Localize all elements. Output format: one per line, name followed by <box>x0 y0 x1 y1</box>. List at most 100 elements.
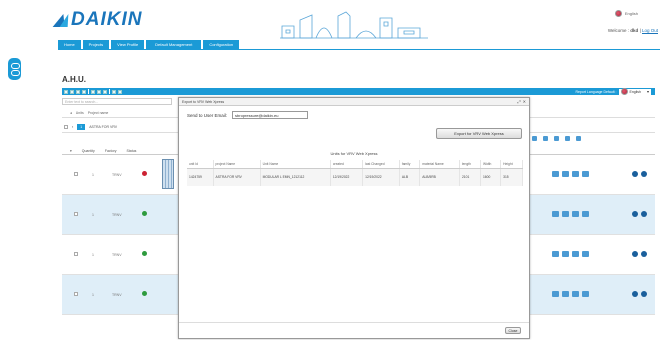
col-height[interactable]: Height <box>500 160 523 169</box>
new-icon[interactable] <box>64 89 68 94</box>
col-last-changed[interactable]: last Changed <box>362 160 400 169</box>
print-icon[interactable] <box>565 136 570 141</box>
edit-icon[interactable] <box>91 89 95 94</box>
link-icon[interactable] <box>572 211 579 217</box>
print-icon[interactable] <box>118 89 122 94</box>
report-language-select[interactable]: English <box>618 88 651 95</box>
export-icon[interactable] <box>103 89 107 94</box>
cell-length: 2101 <box>459 168 481 186</box>
doc-icon[interactable] <box>562 211 569 217</box>
ahu-thumbnail[interactable] <box>162 159 174 189</box>
delete-icon[interactable] <box>97 89 101 94</box>
table-row[interactable]: 1424759 ASTRA FOR VRV MODULAR L EMN_1212… <box>187 168 523 186</box>
nav-view-profile[interactable]: View Profile <box>111 40 145 49</box>
nav-projects[interactable]: Projects <box>82 40 110 49</box>
view-icon[interactable] <box>532 136 537 141</box>
expand-icon[interactable]: ⤢ <box>517 99 520 104</box>
edit-unit-icon[interactable] <box>552 291 559 297</box>
remove-icon[interactable] <box>641 291 647 297</box>
settings-icon[interactable] <box>112 89 116 94</box>
print-icon[interactable] <box>582 211 589 217</box>
row-checkbox[interactable] <box>74 252 78 256</box>
units-table-title: Units for VRV Web Xpress <box>330 151 378 156</box>
print-icon[interactable] <box>582 291 589 297</box>
close-button[interactable]: Close <box>505 327 521 334</box>
close-icon[interactable]: ✕ <box>523 99 526 104</box>
report-language-label: Report Language Default : <box>575 89 617 94</box>
edit-unit-icon[interactable] <box>552 251 559 257</box>
col-family[interactable]: family <box>399 160 421 169</box>
link-icon[interactable] <box>572 291 579 297</box>
dialog-controls: ⤢ ✕ <box>517 99 526 104</box>
row-checkbox[interactable] <box>74 292 78 296</box>
row-circle-actions <box>632 171 647 177</box>
row-checkbox[interactable] <box>74 212 78 216</box>
nav-home[interactable]: Home <box>58 40 81 49</box>
nav-configuration[interactable]: Configuration <box>203 40 240 49</box>
language-label: English <box>624 11 638 16</box>
welcome-prefix: Welcome : <box>607 28 631 33</box>
col-sort-icon[interactable]: ▾ <box>70 149 72 153</box>
page-title: A.H.U. <box>62 75 86 84</box>
col-unit-id[interactable]: unit Id <box>187 160 214 169</box>
toolbar-separator <box>109 89 110 94</box>
row-quantity: 1 <box>92 253 94 257</box>
collapse-icon[interactable]: ▪ <box>72 125 73 129</box>
info-icon[interactable] <box>632 171 638 177</box>
col-length[interactable]: length <box>459 160 481 169</box>
remove-icon[interactable] <box>641 251 647 257</box>
row-checkbox[interactable] <box>74 172 78 176</box>
send-email-label: Send to User Email: <box>187 112 228 118</box>
remove-icon[interactable] <box>641 171 647 177</box>
copy-icon[interactable] <box>543 136 548 141</box>
project-name-label: Project name <box>87 111 109 115</box>
logout-link[interactable]: Log Out <box>642 28 658 33</box>
col-material-name[interactable]: material Name <box>419 160 460 169</box>
edit-unit-icon[interactable] <box>552 171 559 177</box>
calc-icon[interactable] <box>554 136 559 141</box>
status-ok-icon <box>142 211 147 216</box>
info-icon[interactable] <box>632 291 638 297</box>
cell-material-name: ALB/5RB <box>419 168 460 186</box>
col-project-name[interactable]: project Name <box>213 160 261 169</box>
pdf-icon[interactable] <box>576 136 581 141</box>
remove-icon[interactable] <box>641 211 647 217</box>
doc-icon[interactable] <box>562 171 569 177</box>
status-ok-icon <box>142 251 147 256</box>
info-icon[interactable] <box>632 211 638 217</box>
main-toolbar: Report Language Default : English <box>62 88 655 95</box>
link-icon[interactable] <box>572 251 579 257</box>
row-circle-actions <box>632 251 647 257</box>
export-vrv-button[interactable]: Export for VRV Web Xpress <box>436 128 522 139</box>
info-icon[interactable] <box>632 251 638 257</box>
status-ok-icon <box>142 291 147 296</box>
export-dialog: Export to VRV Web Xpress ⤢ ✕ Send to Use… <box>178 97 530 339</box>
open-icon[interactable] <box>70 89 74 94</box>
col-width[interactable]: Width <box>480 160 502 169</box>
link-icon[interactable] <box>572 171 579 177</box>
dialog-titlebar[interactable]: Export to VRV Web Xpress ⤢ ✕ <box>179 98 529 106</box>
search-input[interactable]: Enter text to search... <box>62 98 172 105</box>
cell-height: 315 <box>500 168 523 186</box>
row-actions <box>552 251 589 257</box>
flag-icon <box>614 10 622 17</box>
copy-icon[interactable] <box>82 89 86 94</box>
doc-icon[interactable] <box>562 251 569 257</box>
doc-icon[interactable] <box>562 291 569 297</box>
expand-icon[interactable]: ◂ <box>70 111 72 115</box>
daikin-logo-icon <box>55 13 69 27</box>
col-created[interactable]: created <box>330 160 364 169</box>
save-icon[interactable] <box>76 89 80 94</box>
row-checkbox[interactable] <box>64 125 68 129</box>
row-actions <box>552 211 589 217</box>
print-icon[interactable] <box>582 251 589 257</box>
col-factory: Factory <box>104 149 117 153</box>
nav-default-management[interactable]: Default Management <box>146 40 202 49</box>
row-factory: TRNV <box>112 253 122 257</box>
col-unit-name[interactable]: Unit Name <box>260 160 331 169</box>
edit-unit-icon[interactable] <box>552 211 559 217</box>
print-icon[interactable] <box>582 171 589 177</box>
side-panel-toggle-icon[interactable] <box>8 58 21 80</box>
email-field[interactable] <box>232 111 309 119</box>
language-selector-top[interactable]: English <box>614 10 638 17</box>
